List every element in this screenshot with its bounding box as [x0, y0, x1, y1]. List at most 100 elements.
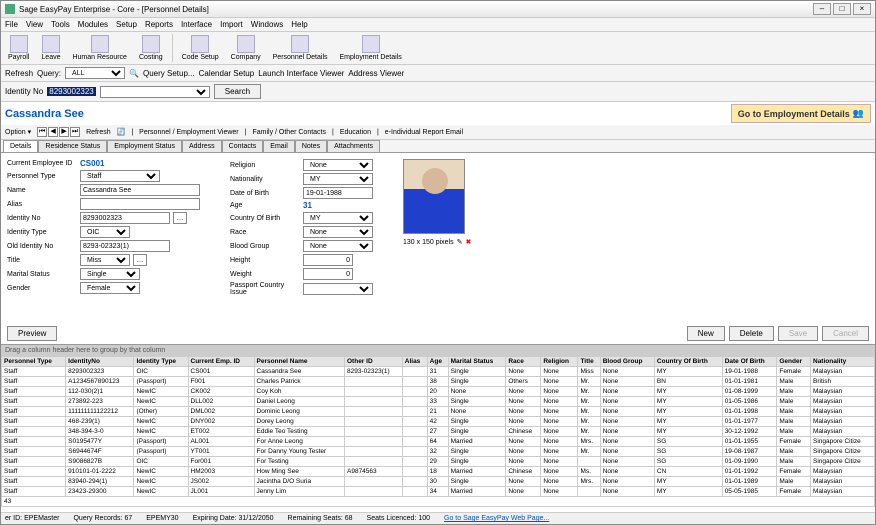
- tab-details[interactable]: Details: [3, 140, 38, 152]
- refresh-link[interactable]: Refresh: [86, 129, 111, 136]
- table-row[interactable]: StaffS6944674F(Passport)YT001For Danny Y…: [2, 447, 875, 457]
- payroll-button[interactable]: Payroll: [5, 34, 32, 62]
- col-header[interactable]: Current Emp. ID: [188, 357, 254, 367]
- col-header[interactable]: Date Of Birth: [722, 357, 777, 367]
- table-row[interactable]: Staff111111111122212(Other)DML002Dominic…: [2, 407, 875, 417]
- nav-prev[interactable]: ◀: [48, 127, 58, 137]
- tab-attachments[interactable]: Attachments: [327, 140, 380, 152]
- col-header[interactable]: Age: [427, 357, 448, 367]
- col-header[interactable]: Country Of Birth: [654, 357, 722, 367]
- name-input[interactable]: [80, 184, 200, 196]
- tab-contacts[interactable]: Contacts: [222, 140, 264, 152]
- delete-button[interactable]: Delete: [729, 326, 774, 341]
- col-header[interactable]: Identity Type: [134, 357, 188, 367]
- menu-tools[interactable]: Tools: [51, 20, 70, 29]
- menu-view[interactable]: View: [26, 20, 43, 29]
- menu-windows[interactable]: Windows: [251, 20, 283, 29]
- personnel-type-select[interactable]: Staff: [80, 170, 160, 182]
- menu-reports[interactable]: Reports: [145, 20, 173, 29]
- tab-email[interactable]: Email: [263, 140, 295, 152]
- close-button[interactable]: ×: [853, 3, 871, 15]
- menu-help[interactable]: Help: [291, 20, 307, 29]
- nav-first[interactable]: ⏮: [37, 127, 47, 137]
- blood-select[interactable]: None: [303, 240, 373, 252]
- table-row[interactable]: Staff23423-29300NewICJL001Jenny Lim34Mar…: [2, 487, 875, 497]
- eindividual-link[interactable]: e-Individual Report Email: [385, 129, 463, 136]
- tab-address[interactable]: Address: [182, 140, 222, 152]
- marital-select[interactable]: Single: [80, 268, 140, 280]
- menu-setup[interactable]: Setup: [116, 20, 137, 29]
- menu-import[interactable]: Import: [220, 20, 243, 29]
- col-header[interactable]: Religion: [541, 357, 578, 367]
- table-row[interactable]: Staff112-030(2)1NewICCK002Coy Koh20NoneN…: [2, 387, 875, 397]
- col-header[interactable]: Title: [578, 357, 600, 367]
- menu-file[interactable]: File: [5, 20, 18, 29]
- table-row[interactable]: Staff83940-294(1)NewICJS002Jacintha D/O …: [2, 477, 875, 487]
- education-link[interactable]: Education: [340, 129, 371, 136]
- tab-notes[interactable]: Notes: [295, 140, 327, 152]
- new-button[interactable]: New: [687, 326, 725, 341]
- id-lookup-button[interactable]: …: [173, 212, 187, 224]
- codesetup-button[interactable]: Code Setup: [179, 34, 222, 62]
- refresh-icon[interactable]: 🔄: [117, 128, 126, 136]
- leave-button[interactable]: Leave: [38, 34, 63, 62]
- table-row[interactable]: Staff910101-01-2222NewICHM2003How Ming S…: [2, 467, 875, 477]
- dob-input[interactable]: [303, 187, 373, 199]
- table-row[interactable]: Staff273892-223NewICDLL002Daniel Leong33…: [2, 397, 875, 407]
- calendar-setup-button[interactable]: Calendar Setup: [199, 69, 255, 78]
- height-input[interactable]: [303, 254, 353, 266]
- minimize-button[interactable]: –: [813, 3, 831, 15]
- col-header[interactable]: IdentityNo: [66, 357, 134, 367]
- hr-button[interactable]: Human Resource: [69, 34, 129, 62]
- cancel-button[interactable]: Cancel: [822, 326, 869, 341]
- race-select[interactable]: None: [303, 226, 373, 238]
- costing-button[interactable]: Costing: [136, 34, 166, 62]
- title-select[interactable]: Miss: [80, 254, 130, 266]
- nav-next[interactable]: ▶: [59, 127, 69, 137]
- col-header[interactable]: Nationality: [811, 357, 875, 367]
- maximize-button[interactable]: □: [833, 3, 851, 15]
- nav-last[interactable]: ⏭: [70, 127, 80, 137]
- identity-select[interactable]: [100, 86, 210, 98]
- option-dropdown[interactable]: Option ▾: [5, 128, 31, 136]
- launch-viewer-button[interactable]: Launch Interface Viewer: [258, 69, 344, 78]
- table-row[interactable]: StaffS9086827BOICFor001For Testing29Sing…: [2, 457, 875, 467]
- web-link[interactable]: Go to Sage EasyPay Web Page...: [444, 515, 549, 522]
- col-header[interactable]: Personnel Type: [2, 357, 66, 367]
- col-header[interactable]: Race: [506, 357, 541, 367]
- employee-photo[interactable]: [403, 159, 465, 234]
- query-select[interactable]: ALL: [65, 67, 125, 79]
- passport-country-select[interactable]: [303, 283, 373, 295]
- goto-employment-button[interactable]: Go to Employment Details👥: [731, 104, 871, 123]
- tab-residence[interactable]: Residence Status: [38, 140, 107, 152]
- company-button[interactable]: Company: [228, 34, 264, 62]
- menu-modules[interactable]: Modules: [78, 20, 108, 29]
- query-setup-button[interactable]: Query Setup...: [143, 69, 195, 78]
- personnel-button[interactable]: Personnel Details: [270, 34, 331, 62]
- religion-select[interactable]: None: [303, 159, 373, 171]
- col-header[interactable]: Alias: [402, 357, 427, 367]
- search-icon[interactable]: 🔍: [129, 69, 139, 78]
- identity-no-input[interactable]: [80, 212, 170, 224]
- nationality-select[interactable]: MY: [303, 173, 373, 185]
- photo-edit-icon[interactable]: ✎: [457, 238, 463, 246]
- personnel-grid[interactable]: Drag a column header here to group by th…: [1, 344, 875, 512]
- table-row[interactable]: Staff348-394-3-0NewICET002Eddie Teo Test…: [2, 427, 875, 437]
- table-row[interactable]: Staff468-239(1)NewICDNY002Dorey Leong42S…: [2, 417, 875, 427]
- old-identity-input[interactable]: [80, 240, 170, 252]
- country-birth-select[interactable]: MY: [303, 212, 373, 224]
- col-header[interactable]: Gender: [777, 357, 811, 367]
- col-header[interactable]: Blood Group: [600, 357, 654, 367]
- col-header[interactable]: Marital Status: [448, 357, 506, 367]
- address-viewer-button[interactable]: Address Viewer: [348, 69, 404, 78]
- table-row[interactable]: StaffA1234567890123(Passport)F001Charles…: [2, 377, 875, 387]
- tab-employment[interactable]: Employment Status: [107, 140, 182, 152]
- identity-type-select[interactable]: OIC: [80, 226, 130, 238]
- save-button[interactable]: Save: [778, 326, 818, 341]
- search-button[interactable]: Search: [214, 84, 261, 99]
- alias-input[interactable]: [80, 198, 200, 210]
- personnel-viewer-link[interactable]: Personnel / Employment Viewer: [139, 129, 238, 136]
- family-contacts-link[interactable]: Family / Other Contacts: [252, 129, 326, 136]
- identity-no-value[interactable]: 8293002323: [47, 87, 96, 96]
- gender-select[interactable]: Female: [80, 282, 140, 294]
